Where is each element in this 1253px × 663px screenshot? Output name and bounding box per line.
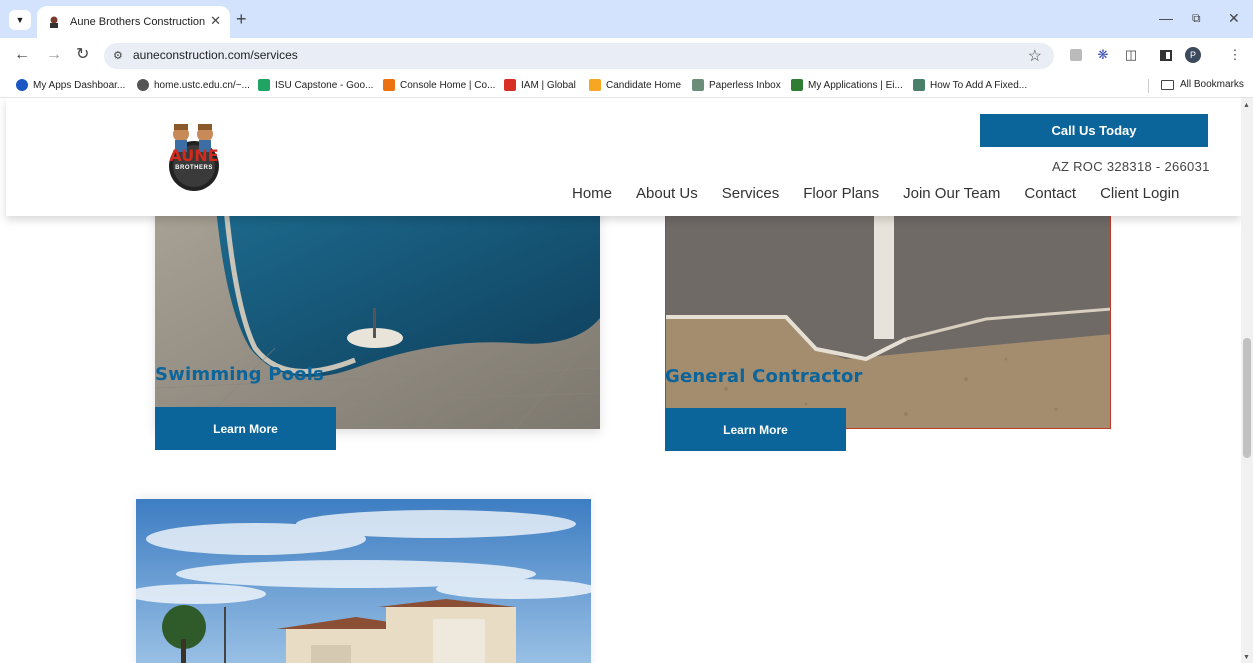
nav-contact[interactable]: Contact	[1024, 185, 1076, 202]
page-viewport: AUNE BROTHERS Call Us Today AZ ROC 32831…	[0, 98, 1241, 663]
call-us-today-button[interactable]: Call Us Today	[980, 114, 1208, 147]
tab-search-chevron-icon[interactable]: ▼	[9, 10, 31, 30]
nav-join-our-team[interactable]: Join Our Team	[903, 185, 1000, 202]
bookmark-item[interactable]: IAM | Global	[504, 79, 576, 91]
bookmark-star-icon[interactable]: ☆	[1028, 46, 1042, 66]
learn-more-button-swimming-pools[interactable]: Learn More	[155, 407, 336, 450]
folder-icon	[1161, 79, 1174, 90]
profile-avatar[interactable]: P	[1185, 47, 1201, 63]
main-nav: Home About Us Services Floor Plans Join …	[572, 185, 1179, 202]
globe-icon	[137, 79, 149, 91]
bookmark-item[interactable]: How To Add A Fixed...	[913, 79, 1027, 91]
tab-close-icon[interactable]: ✕	[210, 13, 221, 29]
logo-text: AUNE	[169, 146, 219, 165]
service-title-swimming-pools[interactable]: Swimming Pools	[155, 364, 324, 385]
nav-about-us[interactable]: About Us	[636, 185, 698, 202]
general-contractor-image[interactable]	[665, 198, 1111, 429]
bookmarks-bar: My Apps Dashboar... home.ustc.edu.cn/~..…	[0, 74, 1253, 98]
reload-icon[interactable]: ↻	[76, 46, 89, 64]
minimize-icon[interactable]: —	[1159, 10, 1173, 26]
paperless-icon	[692, 79, 704, 91]
bookmark-apps-icon	[16, 79, 28, 91]
browser-tabstrip: ▼ Aune Brothers Construction ✕ + — ⧉ ✕	[0, 0, 1253, 38]
nav-home[interactable]: Home	[572, 185, 612, 202]
john-deere-icon	[791, 79, 803, 91]
new-tab-icon[interactable]: +	[236, 10, 247, 28]
bookmark-item[interactable]: ISU Capstone - Goo...	[258, 79, 373, 91]
url-text[interactable]: auneconstruction.com/services	[133, 48, 298, 62]
extensions-puzzle-icon[interactable]: ◫	[1123, 47, 1139, 63]
window-close-icon[interactable]: ✕	[1228, 10, 1240, 26]
bookmark-item[interactable]: Candidate Home	[589, 79, 681, 91]
bookmark-site-icon	[913, 79, 925, 91]
all-bookmarks-button[interactable]: All Bookmarks	[1161, 79, 1244, 90]
bookmark-item[interactable]: My Applications | Ei...	[791, 79, 903, 91]
bookmark-item[interactable]: My Apps Dashboar...	[16, 79, 125, 91]
scroll-thumb[interactable]	[1243, 338, 1251, 458]
browser-tab-active[interactable]: Aune Brothers Construction ✕	[37, 6, 230, 38]
iam-icon	[504, 79, 516, 91]
license-number: AZ ROC 328318 - 266031	[1052, 159, 1210, 174]
site-logo[interactable]: AUNE BROTHERS	[156, 120, 232, 192]
service-title-general-contractor[interactable]: General Contractor	[665, 366, 863, 387]
swimming-pool-image[interactable]	[155, 198, 600, 429]
bookmark-item[interactable]: Paperless Inbox	[692, 79, 781, 91]
bookmark-item[interactable]: Console Home | Co...	[383, 79, 495, 91]
aws-console-icon	[383, 79, 395, 91]
browser-toolbar: ← → ↻ ⚙ auneconstruction.com/services ☆ …	[0, 38, 1253, 74]
site-favicon-icon	[50, 16, 58, 28]
scroll-down-arrow-icon[interactable]: ▼	[1243, 654, 1250, 661]
house-image[interactable]	[136, 499, 591, 663]
google-drive-icon	[258, 79, 270, 91]
restore-icon[interactable]: ⧉	[1192, 10, 1201, 26]
page-scrollbar[interactable]: ▲ ▼	[1241, 98, 1253, 663]
forward-icon[interactable]: →	[46, 46, 62, 64]
nav-client-login[interactable]: Client Login	[1100, 185, 1179, 202]
bookmark-item[interactable]: home.ustc.edu.cn/~...	[137, 79, 250, 91]
site-header: AUNE BROTHERS Call Us Today AZ ROC 32831…	[6, 98, 1241, 216]
extension-icon[interactable]	[1068, 47, 1084, 63]
side-panel-icon[interactable]	[1158, 47, 1174, 63]
learn-more-button-general-contractor[interactable]: Learn More	[665, 408, 846, 451]
site-info-icon[interactable]: ⚙	[113, 49, 123, 62]
workday-icon	[589, 79, 601, 91]
address-bar[interactable]: ⚙ auneconstruction.com/services ☆	[104, 43, 1054, 69]
scroll-up-arrow-icon[interactable]: ▲	[1243, 102, 1250, 109]
browser-menu-icon[interactable]: ⋮	[1227, 47, 1243, 63]
nav-services[interactable]: Services	[722, 185, 780, 202]
extension-puzzle-flower-icon[interactable]: ❋	[1095, 47, 1111, 63]
tab-title: Aune Brothers Construction	[70, 16, 206, 28]
bookmark-separator	[1148, 79, 1149, 93]
nav-floor-plans[interactable]: Floor Plans	[803, 185, 879, 202]
logo-subtext: BROTHERS	[175, 165, 213, 171]
back-icon[interactable]: ←	[14, 46, 30, 64]
